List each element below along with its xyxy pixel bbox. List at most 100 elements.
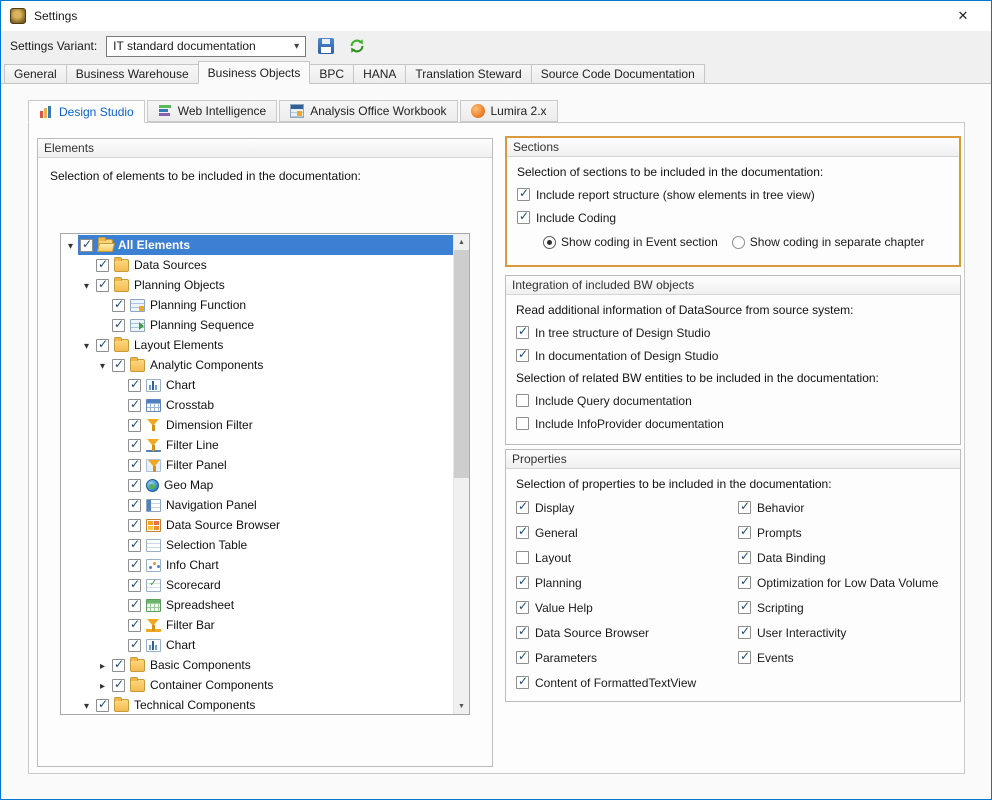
tree-item-content[interactable]: Crosstab: [126, 395, 453, 415]
tree-item[interactable]: Analytic Components: [61, 355, 453, 375]
radio-show-coding-in-event-section[interactable]: Show coding in Event section: [543, 235, 718, 249]
tree-item-content[interactable]: Filter Line: [126, 435, 453, 455]
scrollbar-thumb[interactable]: [454, 250, 469, 478]
tree-item-checkbox[interactable]: [96, 699, 109, 712]
checkbox[interactable]: [516, 626, 529, 639]
main-tab-source-code-documentation[interactable]: Source Code Documentation: [531, 64, 705, 84]
tree-item-content[interactable]: Filter Bar: [126, 615, 453, 635]
scroll-down-icon[interactable]: [454, 698, 469, 714]
tree-item-checkbox[interactable]: [128, 439, 141, 452]
checkbox-value-help[interactable]: Value Help: [516, 600, 738, 615]
checkbox[interactable]: [516, 551, 529, 564]
tree-expander-icon[interactable]: [95, 358, 110, 372]
tree-item[interactable]: Technical Components: [61, 695, 453, 714]
tree-expander-icon[interactable]: [79, 338, 94, 352]
tree-expander-icon[interactable]: [63, 238, 78, 252]
tree-item-content[interactable]: Data Sources: [94, 255, 453, 275]
tree-item[interactable]: Selection Table: [61, 535, 453, 555]
tree-item-content[interactable]: Filter Panel: [126, 455, 453, 475]
tree-item[interactable]: Data Sources: [61, 255, 453, 275]
tree-item[interactable]: Container Components: [61, 675, 453, 695]
tree-item-content[interactable]: Geo Map: [126, 475, 453, 495]
radio-button[interactable]: [732, 236, 745, 249]
tree-item-checkbox[interactable]: [112, 359, 125, 372]
tree-item[interactable]: Filter Line: [61, 435, 453, 455]
tree-item[interactable]: Planning Objects: [61, 275, 453, 295]
checkbox[interactable]: [516, 576, 529, 589]
checkbox-include-query-documentation[interactable]: Include Query documentation: [516, 393, 950, 408]
tree-item-checkbox[interactable]: [128, 419, 141, 432]
tree-item-checkbox[interactable]: [80, 239, 93, 252]
tree-item-checkbox[interactable]: [112, 299, 125, 312]
checkbox[interactable]: [517, 188, 530, 201]
checkbox-data-binding[interactable]: Data Binding: [738, 550, 950, 565]
tree-item-checkbox[interactable]: [112, 659, 125, 672]
checkbox-in-tree-structure-of-design-studio[interactable]: In tree structure of Design Studio: [516, 325, 950, 340]
checkbox-user-interactivity[interactable]: User Interactivity: [738, 625, 950, 640]
tree-item-checkbox[interactable]: [112, 679, 125, 692]
checkbox-parameters[interactable]: Parameters: [516, 650, 738, 665]
checkbox-scripting[interactable]: Scripting: [738, 600, 950, 615]
tree-item[interactable]: Planning Function: [61, 295, 453, 315]
tree-item-checkbox[interactable]: [128, 559, 141, 572]
checkbox[interactable]: [738, 551, 751, 564]
tree-item-checkbox[interactable]: [128, 499, 141, 512]
tree-item-content[interactable]: Basic Components: [110, 655, 453, 675]
tree-item-checkbox[interactable]: [96, 339, 109, 352]
tree-item[interactable]: Planning Sequence: [61, 315, 453, 335]
tree-item-content[interactable]: Container Components: [110, 675, 453, 695]
tree-item[interactable]: Chart: [61, 635, 453, 655]
tree-expander-icon[interactable]: [79, 278, 94, 292]
tree-item[interactable]: Data Source Browser: [61, 515, 453, 535]
tree-item[interactable]: Basic Components: [61, 655, 453, 675]
tree-item-checkbox[interactable]: [128, 639, 141, 652]
checkbox[interactable]: [738, 501, 751, 514]
checkbox[interactable]: [517, 211, 530, 224]
tree-item[interactable]: All Elements: [61, 235, 453, 255]
checkbox[interactable]: [738, 576, 751, 589]
tree-item[interactable]: Layout Elements: [61, 335, 453, 355]
checkbox[interactable]: [516, 326, 529, 339]
tree-expander-icon[interactable]: [95, 678, 110, 692]
checkbox-events[interactable]: Events: [738, 650, 950, 665]
main-tab-business-objects[interactable]: Business Objects: [198, 61, 311, 84]
tree-item-content[interactable]: Navigation Panel: [126, 495, 453, 515]
tree-item-content[interactable]: Chart: [126, 375, 453, 395]
tree-item-checkbox[interactable]: [96, 279, 109, 292]
tree-item-content[interactable]: All Elements: [78, 235, 453, 255]
checkbox-behavior[interactable]: Behavior: [738, 500, 950, 515]
checkbox-data-source-browser[interactable]: Data Source Browser: [516, 625, 738, 640]
sub-tab-design-studio[interactable]: Design Studio: [28, 100, 145, 123]
radio-show-coding-in-separate-chapter[interactable]: Show coding in separate chapter: [732, 235, 925, 249]
checkbox-optimization-for-low-data-volume[interactable]: Optimization for Low Data Volume: [738, 575, 950, 590]
settings-variant-combobox[interactable]: IT standard documentation: [106, 36, 306, 57]
checkbox-planning[interactable]: Planning: [516, 575, 738, 590]
tree-item-content[interactable]: Scorecard: [126, 575, 453, 595]
checkbox-display[interactable]: Display: [516, 500, 738, 515]
tree-item-checkbox[interactable]: [128, 619, 141, 632]
tree-item[interactable]: Filter Bar: [61, 615, 453, 635]
tree-scrollbar[interactable]: [453, 234, 469, 714]
sub-tab-lumira-2-x[interactable]: Lumira 2.x: [460, 100, 558, 122]
tree-item-content[interactable]: Planning Function: [110, 295, 453, 315]
tree-item-content[interactable]: Technical Components: [94, 695, 453, 714]
main-tab-general[interactable]: General: [4, 64, 67, 84]
chevron-down-icon[interactable]: [288, 37, 305, 56]
tree-item-checkbox[interactable]: [128, 599, 141, 612]
main-tab-hana[interactable]: HANA: [353, 64, 406, 84]
refresh-variant-button[interactable]: [346, 35, 368, 57]
tree-item-content[interactable]: Selection Table: [126, 535, 453, 555]
tree-item[interactable]: Chart: [61, 375, 453, 395]
checkbox[interactable]: [516, 417, 529, 430]
tree-item-content[interactable]: Layout Elements: [94, 335, 453, 355]
tree-item[interactable]: Geo Map: [61, 475, 453, 495]
checkbox[interactable]: [516, 526, 529, 539]
tree-item[interactable]: Filter Panel: [61, 455, 453, 475]
checkbox[interactable]: [738, 601, 751, 614]
tree-item-checkbox[interactable]: [128, 519, 141, 532]
save-variant-button[interactable]: [315, 35, 337, 57]
checkbox-in-documentation-of-design-studio[interactable]: In documentation of Design Studio: [516, 348, 950, 363]
scroll-up-icon[interactable]: [454, 234, 469, 250]
main-tab-translation-steward[interactable]: Translation Steward: [405, 64, 531, 84]
tree-item-content[interactable]: Info Chart: [126, 555, 453, 575]
